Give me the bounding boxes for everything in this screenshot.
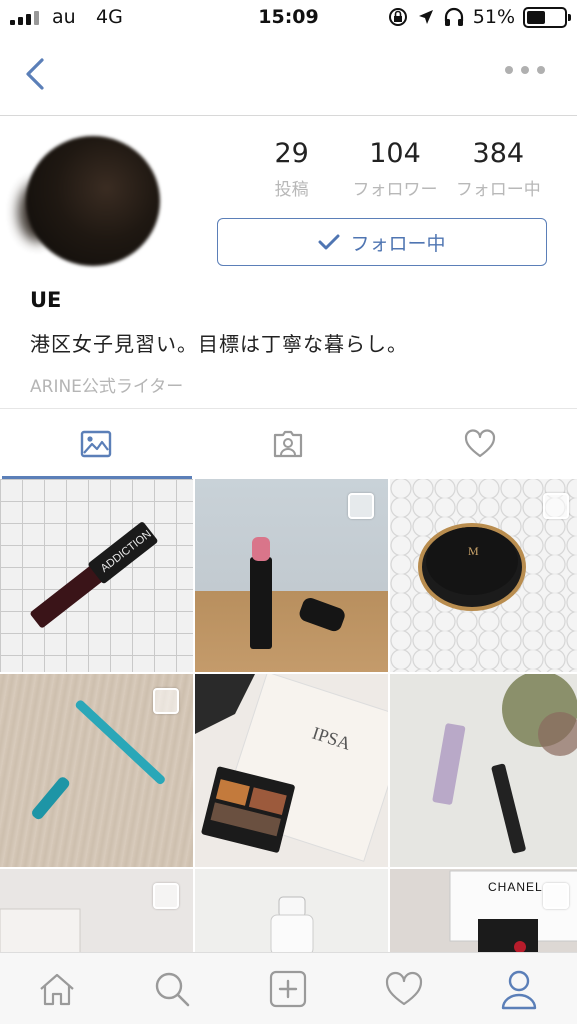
following-count: 384 [472, 138, 525, 169]
followers-count: 104 [369, 138, 421, 169]
followers-stat[interactable]: 104 フォロワー [343, 138, 446, 200]
multiple-images-icon [153, 883, 179, 909]
post-thumbnail[interactable]: ADDICTION [0, 479, 193, 672]
post-thumbnail[interactable]: CHANEL [390, 869, 577, 952]
posts-grid: ADDICTION M IPSA CHANEL [0, 479, 577, 952]
bottle-product [270, 896, 314, 952]
profile-tabs [0, 408, 577, 479]
ipsa-palette-product: IPSA [195, 674, 388, 862]
likes-icon [385, 971, 423, 1006]
multiple-images-icon [543, 883, 569, 909]
post-thumbnail[interactable] [0, 869, 193, 952]
post-thumbnail[interactable] [195, 479, 388, 672]
location-icon [418, 10, 433, 24]
profile-stats: 29 投稿 104 フォロワー 384 フォロー中 [240, 138, 550, 200]
battery-icon [523, 6, 571, 28]
post-thumbnail[interactable]: IPSA [195, 674, 388, 867]
box-product [0, 908, 81, 952]
chanel-box-product: CHANEL [449, 870, 577, 952]
rotation-lock-icon [388, 8, 407, 26]
more-options-icon[interactable] [505, 66, 545, 74]
multiple-images-icon [543, 493, 569, 519]
posts-label: 投稿 [274, 180, 309, 200]
multiple-images-icon [348, 493, 374, 519]
following-button-label: フォロー中 [350, 232, 446, 255]
profile-tab[interactable] [495, 965, 543, 1013]
tab-tagged[interactable] [192, 409, 384, 479]
bottom-tab-bar [0, 952, 577, 1024]
heart-icon [464, 429, 496, 458]
battery-percent: 51% [472, 6, 515, 28]
followers-label: フォロワー [352, 180, 438, 200]
writer-badge: ARINE公式ライター [30, 377, 184, 397]
headphones-icon [444, 7, 463, 26]
add-post-tab[interactable] [264, 965, 312, 1013]
home-tab[interactable] [33, 965, 81, 1013]
navigation-header [0, 36, 577, 116]
add-post-icon [269, 970, 307, 1008]
home-icon [40, 973, 74, 1006]
post-thumbnail[interactable]: M [390, 479, 577, 672]
following-stat[interactable]: 384 フォロー中 [447, 138, 550, 200]
multiple-images-icon [153, 688, 179, 714]
tab-likes[interactable] [384, 409, 576, 479]
back-chevron-icon[interactable] [20, 54, 52, 94]
search-tab[interactable] [148, 965, 196, 1013]
post-thumbnail[interactable] [195, 869, 388, 952]
chanel-brand-text: CHANEL [488, 880, 543, 894]
post-thumbnail[interactable] [0, 674, 193, 867]
lip-tint-product [432, 674, 577, 854]
post-thumbnail[interactable] [390, 674, 577, 867]
profile-icon [501, 970, 537, 1010]
following-label: フォロー中 [455, 180, 541, 200]
checkmark-icon [318, 234, 340, 250]
status-right-icons: 51% [387, 6, 571, 28]
following-button[interactable]: フォロー中 [217, 218, 547, 266]
portrait-icon [273, 430, 303, 458]
image-icon [80, 430, 112, 458]
search-icon [155, 972, 190, 1007]
posts-stat[interactable]: 29 投稿 [240, 138, 343, 200]
svg-text:M: M [468, 544, 479, 558]
avatar[interactable] [18, 134, 164, 268]
posts-count: 29 [274, 138, 309, 169]
profile-bio: 港区女子見習い。目標は丁寧な暮らし。 [30, 332, 408, 356]
likes-tab[interactable] [380, 965, 428, 1013]
status-bar: au 4G 15:09 51% [0, 0, 577, 36]
lip-gloss-product: ADDICTION [30, 522, 158, 628]
username: UE [30, 288, 62, 312]
tab-posts[interactable] [0, 409, 192, 479]
